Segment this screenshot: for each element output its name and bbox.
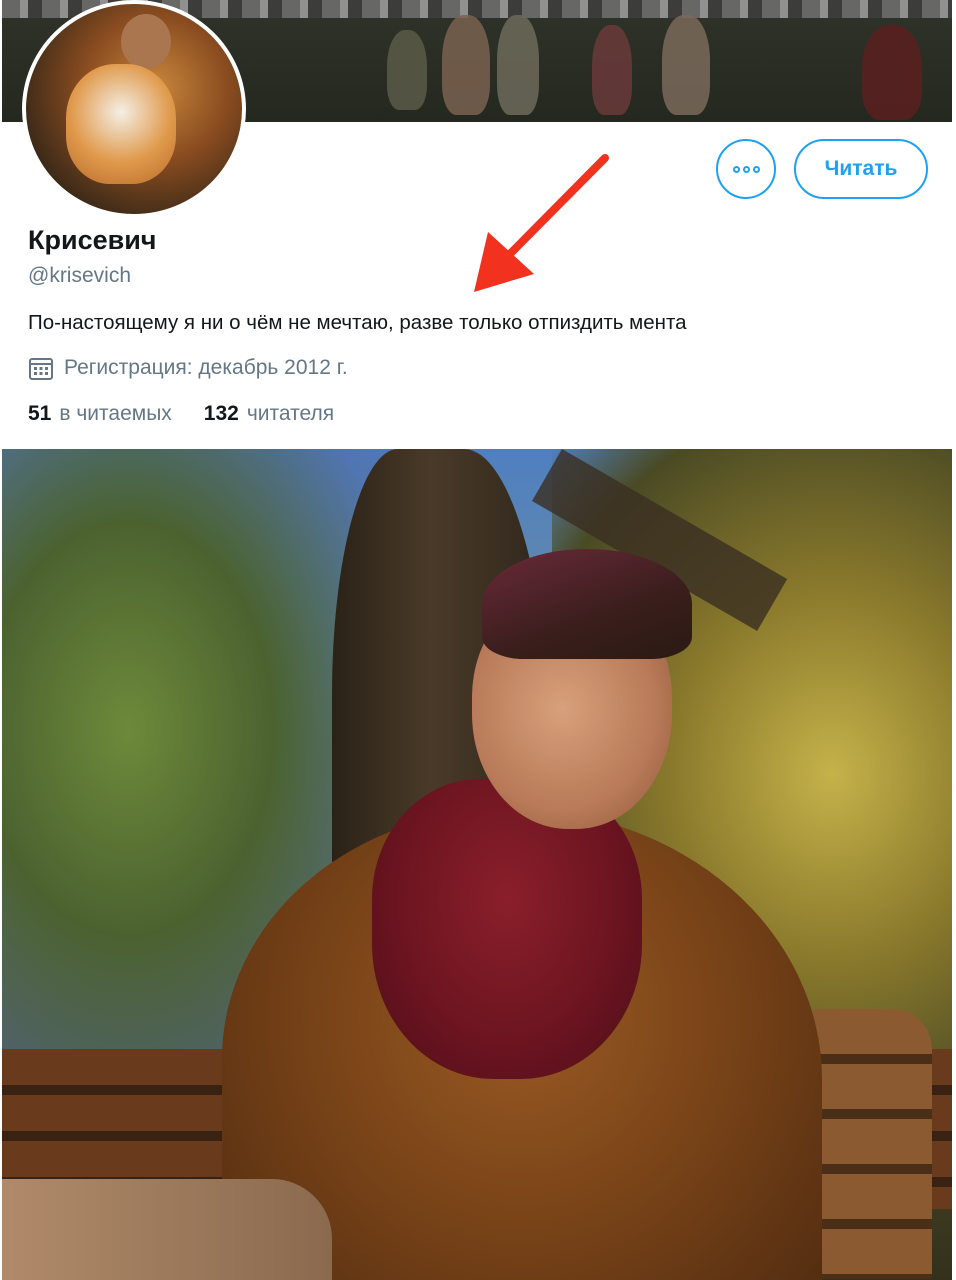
follow-button[interactable]: Читать <box>794 139 928 199</box>
avatar-person <box>121 14 171 69</box>
banner-figure <box>497 15 539 115</box>
more-dots-icon <box>752 165 760 173</box>
join-date-text: Регистрация: декабрь 2012 г. <box>64 356 348 379</box>
banner-figure <box>592 25 632 115</box>
avatar-dog <box>66 64 176 184</box>
display-name: Крисевич <box>28 225 157 255</box>
profile-avatar[interactable] <box>22 0 246 218</box>
more-dots-icon <box>742 165 750 173</box>
followers-count: 132 <box>203 402 239 425</box>
banner-figure <box>662 15 710 115</box>
following-label: в читаемых <box>59 402 172 425</box>
followers-stat[interactable]: 132 читателя <box>204 402 334 426</box>
user-handle: @krisevich <box>28 264 132 287</box>
more-dots-icon <box>732 165 740 173</box>
banner-figure <box>862 25 922 120</box>
composite-image: Читать Крисевич @krisevich По-настоящему… <box>0 0 956 1280</box>
banner-figure <box>387 30 427 110</box>
profile-stats: 51 в читаемых 132 читателя <box>28 402 334 426</box>
following-stat[interactable]: 51 в читаемых <box>28 402 172 426</box>
person-photo <box>2 449 952 1280</box>
photo-hair <box>482 549 692 659</box>
photo-legs <box>2 1179 332 1280</box>
more-options-button[interactable] <box>716 139 776 199</box>
join-date: Регистрация: декабрь 2012 г. <box>28 355 348 381</box>
profile-bio: По-настоящему я ни о чём не мечтаю, разв… <box>28 311 687 334</box>
banner-figure <box>442 15 490 115</box>
following-count: 51 <box>28 402 52 425</box>
red-arrow-icon <box>474 154 609 292</box>
followers-label: читателя <box>246 402 335 425</box>
calendar-icon <box>29 358 53 380</box>
